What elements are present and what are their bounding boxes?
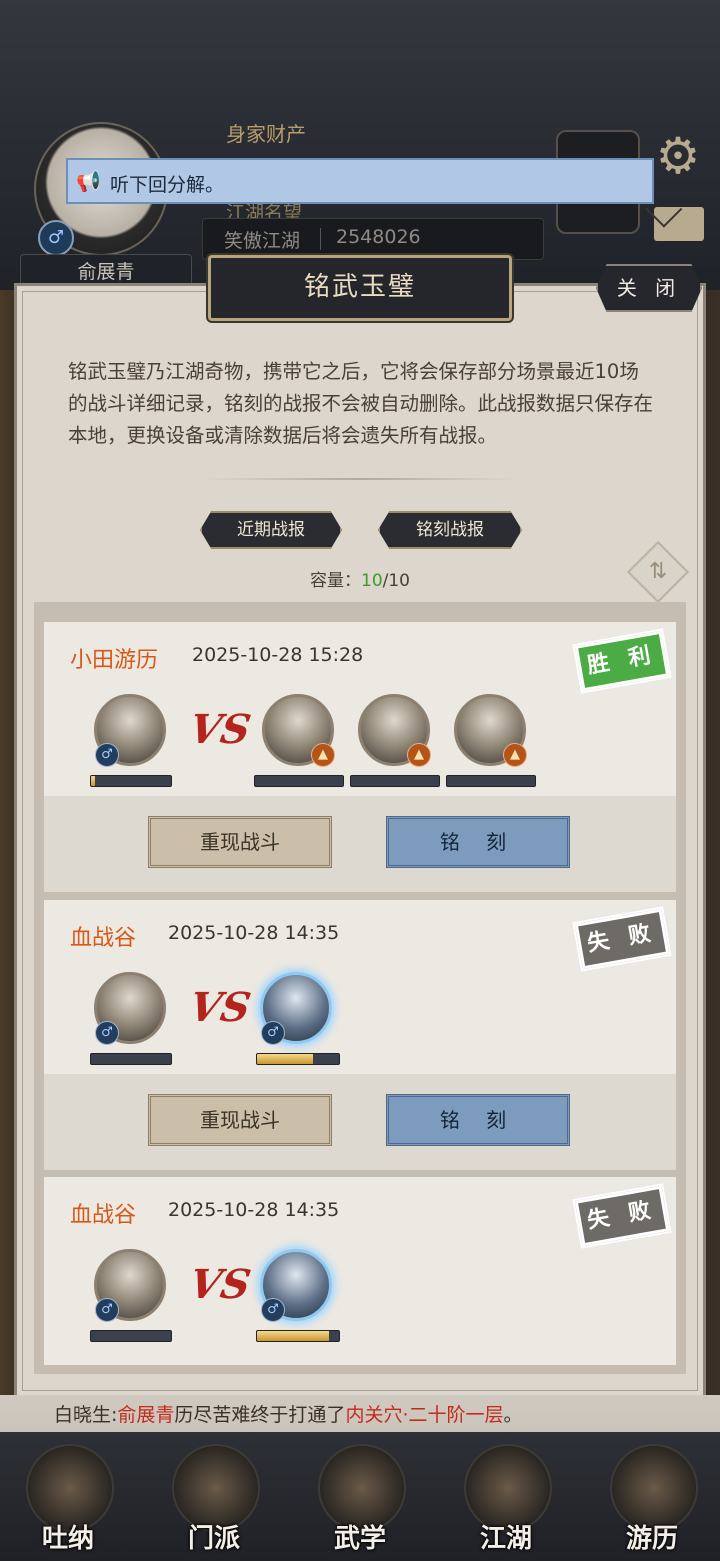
enemy-fighter-avatar[interactable]: ♂ (260, 972, 332, 1045)
battle-datetime: 2025-10-28 15:28 (192, 644, 364, 666)
result-stamp: 失 败 (574, 1185, 670, 1247)
male-icon: ♂ (261, 1021, 285, 1045)
battle-scene: 血战谷 (70, 926, 137, 951)
card-actions: 重现战斗 铭 刻 (44, 1074, 676, 1170)
notice-text: 听下回分解。 (110, 174, 225, 196)
male-icon: ♂ (95, 1021, 119, 1045)
enemy-hp-bar (256, 1053, 340, 1065)
battle-card: 小田游历 2025-10-28 15:28 胜 利 ♂ VS ▲ ▲ ▲ 重现战… (44, 622, 676, 892)
battle-card: 血战谷 2025-10-28 14:35 失 败 ♂ VS ♂ 重现战斗 铭 刻 (44, 900, 676, 1170)
vs-icon: VS (185, 706, 255, 753)
enemy-fighter-avatar[interactable]: ▲ (454, 694, 527, 767)
notice-banner: 📢 听下回分解。 (66, 158, 654, 204)
male-icon: ♂ (38, 220, 74, 256)
result-stamp: 胜 利 (574, 630, 670, 692)
player-hp-bar (90, 1053, 172, 1065)
battle-scene: 血战谷 (70, 1203, 137, 1228)
panel-description: 铭武玉璧乃江湖奇物，携带它之后，它将会保存部分场景最近10场的战斗详细记录，铭刻… (68, 360, 654, 447)
chat-speaker: 白晓生: (54, 1404, 118, 1426)
player-hp-bar (90, 1330, 172, 1342)
battle-datetime: 2025-10-28 14:35 (168, 922, 340, 944)
chat-text: 历尽苦难终于打通了 (174, 1404, 346, 1426)
mail-icon[interactable] (654, 207, 704, 241)
male-icon: ♂ (95, 743, 119, 767)
enemy-fighter-avatar[interactable]: ▲ (262, 694, 335, 767)
fire-icon: ▲ (503, 743, 527, 767)
card-actions: 重现战斗 铭 刻 (44, 796, 676, 892)
system-chat-message: 白晓生:俞展青历尽苦难终于打通了内关穴·二十阶一层。 (54, 1400, 523, 1427)
capacity-current: 10 (361, 571, 383, 591)
vs-icon: VS (185, 984, 255, 1031)
fire-icon: ▲ (311, 743, 335, 767)
engrave-button[interactable]: 铭 刻 (386, 816, 570, 868)
nav-label: 江湖 (479, 1524, 532, 1554)
replay-battle-button[interactable]: 重现战斗 (148, 1094, 332, 1146)
hp-fill (91, 776, 95, 786)
chat-suffix: 。 (503, 1404, 523, 1426)
gear-icon[interactable]: ⚙ (652, 130, 704, 182)
engrave-button[interactable]: 铭 刻 (386, 1094, 570, 1146)
vs-icon: VS (185, 1261, 255, 1308)
nav-item-jianghu[interactable]: 江湖 (458, 1440, 554, 1558)
player-fighter-avatar[interactable]: ♂ (94, 972, 166, 1045)
tab-recent-reports[interactable]: 近期战报 (200, 511, 342, 549)
close-button[interactable]: 关 闭 (596, 264, 702, 312)
enemy-fighter-avatar[interactable]: ▲ (358, 694, 431, 767)
nav-item-sect[interactable]: 门派 (166, 1440, 262, 1558)
enemy-hp-bar (254, 775, 344, 787)
player-hp-bar (90, 775, 172, 787)
nav-item-travel[interactable]: 游历 (604, 1440, 700, 1558)
nav-label: 武学 (333, 1524, 386, 1554)
tab-engraved-reports[interactable]: 铭刻战报 (378, 511, 522, 549)
nav-label: 吐纳 (41, 1524, 94, 1554)
asset-label: 身家财产 (226, 122, 306, 146)
male-icon: ♂ (95, 1298, 119, 1322)
fire-icon: ▲ (407, 743, 431, 767)
chat-player-name: 俞展青 (117, 1404, 175, 1426)
hp-fill (257, 1054, 313, 1064)
panel-title: 铭武玉璧 (303, 272, 416, 302)
replay-battle-button[interactable]: 重现战斗 (148, 816, 332, 868)
fame-rank: 笑傲江湖 (224, 230, 301, 252)
megaphone-icon: 📢 (76, 169, 101, 193)
nav-label: 门派 (187, 1524, 240, 1554)
fame-score: 2548026 (336, 226, 421, 248)
divider (320, 228, 321, 250)
male-icon: ♂ (261, 1298, 285, 1322)
enemy-hp-bar (350, 775, 440, 787)
enemy-hp-bar (446, 775, 536, 787)
enemy-hp-bar (256, 1330, 340, 1342)
nav-item-martial-arts[interactable]: 武学 (312, 1440, 408, 1558)
battle-scene: 小田游历 (70, 648, 159, 673)
nav-item-breathing[interactable]: 吐纳 (20, 1440, 116, 1558)
capacity-indicator: 容量：10/10 (300, 566, 420, 591)
hp-fill (257, 1331, 330, 1341)
battle-card: 血战谷 2025-10-28 14:35 失 败 ♂ VS ♂ (44, 1177, 676, 1365)
player-fighter-avatar[interactable]: ♂ (94, 694, 166, 767)
chat-highlight: 内关穴·二十阶一层 (345, 1404, 504, 1426)
capacity-max: /10 (382, 571, 410, 591)
result-stamp: 失 败 (574, 908, 670, 970)
ornament-divider (200, 478, 520, 480)
capacity-label: 容量： (310, 571, 361, 591)
player-fighter-avatar[interactable]: ♂ (94, 1249, 166, 1322)
enemy-fighter-avatar[interactable]: ♂ (260, 1249, 332, 1322)
battle-datetime: 2025-10-28 14:35 (168, 1199, 340, 1221)
nav-label: 游历 (625, 1524, 678, 1554)
